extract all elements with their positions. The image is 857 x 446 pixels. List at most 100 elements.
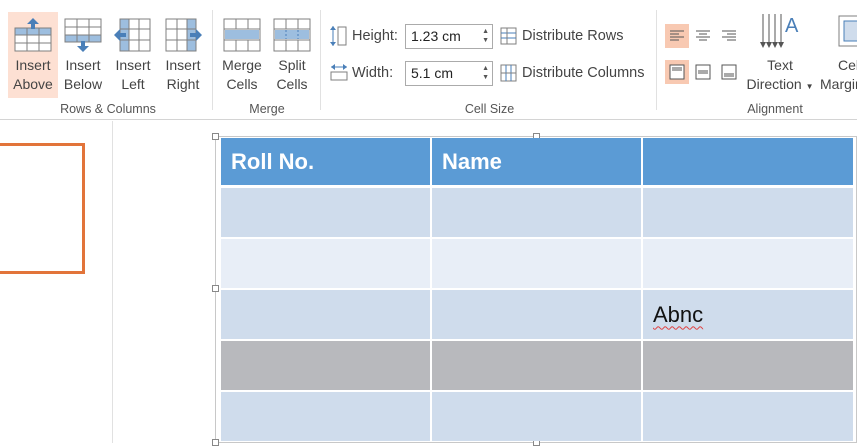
width-value: 5.1 cm bbox=[411, 65, 454, 81]
insert-above-button[interactable]: Insert Above bbox=[8, 12, 58, 98]
height-spinner-icon[interactable]: ▲ ▼ bbox=[482, 27, 489, 45]
align-top-button[interactable] bbox=[665, 60, 689, 84]
table-cell[interactable] bbox=[430, 238, 643, 290]
cell-margins-icon bbox=[838, 15, 857, 47]
table-cell[interactable] bbox=[641, 391, 855, 441]
insert-left-button[interactable]: Insert Left bbox=[108, 12, 158, 98]
text-direction-button[interactable]: A Text Direction ▼ bbox=[742, 12, 818, 98]
table-cell[interactable] bbox=[641, 238, 855, 290]
width-row: Width: bbox=[330, 60, 393, 86]
table-cell[interactable] bbox=[219, 186, 432, 239]
table-cell[interactable]: Abnc bbox=[641, 289, 855, 341]
table-cell[interactable] bbox=[219, 289, 432, 341]
distribute-columns-button[interactable]: Distribute Columns bbox=[499, 60, 645, 86]
table-row: Abnc bbox=[219, 289, 855, 341]
alignment-group-label: Alignment bbox=[747, 102, 803, 116]
merge-cells-button[interactable]: Merge Cells bbox=[217, 12, 267, 98]
table-header-row: Roll No. Name bbox=[219, 138, 855, 188]
group-separator bbox=[212, 10, 213, 110]
insert-left-label-1: Insert bbox=[115, 57, 151, 73]
row-height-icon bbox=[330, 26, 347, 46]
align-center-icon bbox=[696, 30, 710, 41]
merge-group-label: Merge bbox=[249, 102, 285, 116]
merge-cells-label-1: Merge bbox=[222, 57, 262, 73]
distribute-rows-icon bbox=[500, 27, 517, 45]
table-cell[interactable] bbox=[430, 289, 643, 341]
insert-below-label-2: Below bbox=[63, 76, 103, 92]
table-cell[interactable] bbox=[430, 391, 643, 441]
text-direction-label-row: Direction ▼ bbox=[742, 75, 818, 96]
text-direction-icon: A bbox=[760, 14, 799, 48]
column-width-icon bbox=[330, 64, 348, 81]
distribute-columns-label: Distribute Columns bbox=[522, 65, 645, 81]
table-row bbox=[219, 186, 855, 239]
split-cells-label-1: Split bbox=[278, 57, 306, 73]
merge-cells-label-2: Cells bbox=[226, 76, 258, 92]
align-center-button[interactable] bbox=[691, 24, 715, 48]
align-right-icon bbox=[722, 30, 736, 41]
cell-text-abnc: Abnc bbox=[653, 301, 704, 327]
insert-above-label-1: Insert bbox=[15, 57, 51, 73]
insert-above-label-2: Above bbox=[13, 76, 53, 92]
split-cells-button[interactable]: Split Cells bbox=[267, 12, 317, 98]
table-row bbox=[219, 238, 855, 290]
align-left-button[interactable] bbox=[665, 24, 689, 48]
table-cell[interactable] bbox=[641, 340, 855, 392]
distribute-rows-label: Distribute Rows bbox=[522, 28, 624, 44]
height-value: 1.23 cm bbox=[411, 28, 461, 44]
table-header-cell[interactable]: Name bbox=[430, 138, 643, 188]
insert-above-icon bbox=[14, 18, 52, 52]
cell-margins-label-1: Cell bbox=[838, 57, 857, 73]
align-bottom-icon bbox=[721, 64, 737, 80]
distribute-columns-icon bbox=[500, 64, 517, 82]
insert-below-button[interactable]: Insert Below bbox=[58, 12, 108, 98]
cell-margins-button[interactable]: Cell Margins bbox=[818, 12, 857, 98]
slide-thumbnail[interactable] bbox=[0, 143, 85, 274]
table-header-cell[interactable] bbox=[641, 138, 855, 188]
table-cell[interactable] bbox=[641, 186, 855, 239]
align-top-icon bbox=[669, 64, 685, 80]
group-separator bbox=[656, 10, 657, 110]
table-header-cell[interactable]: Roll No. bbox=[219, 138, 432, 188]
chevron-down-icon: ▼ bbox=[805, 82, 814, 91]
insert-below-label-1: Insert bbox=[65, 57, 101, 73]
table-cell[interactable] bbox=[219, 238, 432, 290]
resize-handle-left[interactable] bbox=[212, 285, 219, 292]
height-label: Height: bbox=[352, 28, 398, 44]
insert-left-label-2: Left bbox=[121, 76, 145, 92]
insert-below-icon bbox=[64, 18, 102, 52]
table-row bbox=[219, 391, 855, 441]
table-cell[interactable] bbox=[219, 340, 432, 392]
data-table[interactable]: Roll No. Name Abnc bbox=[219, 138, 855, 441]
insert-right-button[interactable]: Insert Right bbox=[158, 12, 208, 98]
align-middle-icon bbox=[695, 64, 711, 80]
resize-handle-top-left[interactable] bbox=[212, 133, 219, 140]
table-cell[interactable] bbox=[430, 186, 643, 239]
cell-margins-label-2: Margins bbox=[820, 76, 857, 92]
svg-text:A: A bbox=[785, 15, 799, 37]
height-input[interactable]: 1.23 cm ▲ ▼ bbox=[405, 24, 493, 49]
insert-right-icon bbox=[165, 18, 202, 52]
height-row: Height: bbox=[330, 23, 398, 49]
align-middle-button[interactable] bbox=[691, 60, 715, 84]
distribute-rows-button[interactable]: Distribute Rows bbox=[499, 23, 624, 49]
split-cells-icon bbox=[273, 18, 311, 52]
table-row bbox=[219, 340, 855, 392]
cell-size-group-label: Cell Size bbox=[464, 102, 515, 116]
insert-left-icon bbox=[114, 18, 151, 52]
table-cell[interactable] bbox=[430, 340, 643, 392]
width-spinner-icon[interactable]: ▲ ▼ bbox=[482, 64, 489, 82]
group-separator bbox=[320, 10, 321, 110]
width-input[interactable]: 5.1 cm ▲ ▼ bbox=[405, 61, 493, 86]
slide-canvas: Roll No. Name Abnc bbox=[0, 121, 857, 446]
insert-right-label-2: Right bbox=[166, 76, 200, 92]
align-left-icon bbox=[670, 30, 684, 41]
table-cell[interactable] bbox=[219, 391, 432, 441]
insert-right-label-1: Insert bbox=[165, 57, 201, 73]
rows-columns-group-label: Rows & Columns bbox=[60, 102, 156, 116]
align-bottom-button[interactable] bbox=[717, 60, 741, 84]
width-label: Width: bbox=[352, 65, 394, 81]
text-direction-label-1: Text bbox=[767, 57, 793, 73]
align-right-button[interactable] bbox=[717, 24, 741, 48]
text-direction-label-2: Direction bbox=[746, 76, 802, 92]
